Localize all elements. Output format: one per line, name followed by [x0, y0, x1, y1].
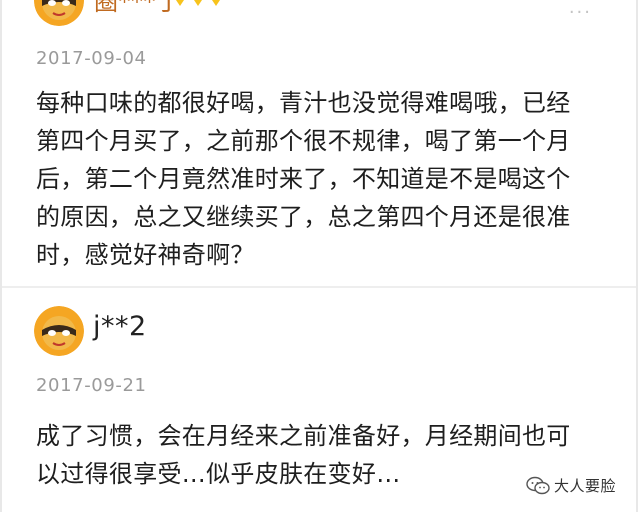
more-options-icon[interactable]: ···: [569, 2, 592, 23]
username[interactable]: 圈***丁: [94, 0, 181, 17]
vip-badge-icon: [176, 0, 220, 6]
user-avatar[interactable]: [34, 0, 84, 26]
wechat-icon: [526, 476, 550, 494]
avatar-icon: [34, 306, 84, 356]
review-content: 每种口味的都很好喝，青汁也没觉得难喝哦，已经 第四个月买了，之前那个很不规律，喝…: [36, 89, 571, 269]
username[interactable]: j**2: [93, 311, 147, 342]
review-item: 圈***丁 ··· 2017-09-04 每种口味的都很好喝，青汁也没觉得难喝哦…: [2, 0, 636, 285]
watermark-text: 大人要脸: [553, 477, 616, 495]
avatar-icon: [34, 0, 84, 26]
page-frame: 圈***丁 ··· 2017-09-04 每种口味的都很好喝，青汁也没觉得难喝哦…: [0, 0, 638, 512]
review-date: 2017-09-21: [36, 375, 147, 396]
review-date: 2017-09-04: [36, 48, 147, 69]
user-avatar[interactable]: [34, 306, 84, 356]
review-divider: [2, 286, 636, 288]
watermark: 大人要脸: [519, 473, 622, 498]
